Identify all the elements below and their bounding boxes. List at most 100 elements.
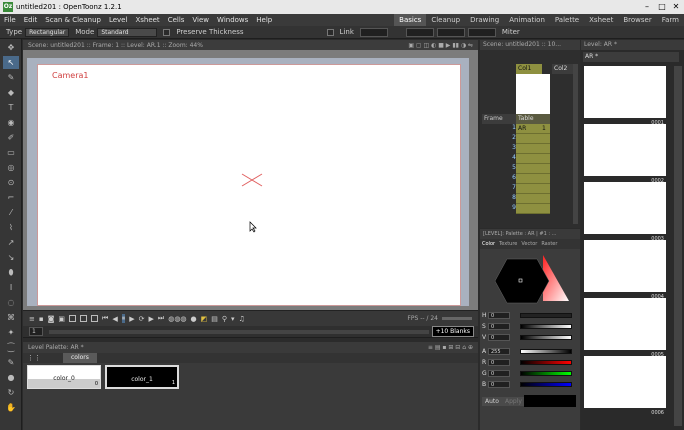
- preview-icon[interactable]: ▣: [58, 315, 65, 323]
- sound-icon[interactable]: ♫: [239, 315, 245, 323]
- zoom-tool-icon[interactable]: ●: [3, 371, 19, 384]
- column-header-col1[interactable]: Col1: [516, 64, 542, 74]
- menu-windows[interactable]: Windows: [213, 16, 252, 24]
- level-frame-thumbnail[interactable]: 0003: [584, 182, 666, 242]
- scale-field[interactable]: [467, 27, 496, 37]
- histogram-icon[interactable]: ▤: [211, 315, 218, 323]
- compare-icon[interactable]: ◩: [201, 315, 208, 323]
- menu-help[interactable]: Help: [252, 16, 276, 24]
- play-icon[interactable]: ▶: [129, 315, 134, 323]
- bender-tool-icon[interactable]: ⬮: [3, 266, 19, 279]
- room-tab-farm[interactable]: Farm: [657, 14, 684, 26]
- tape-tool-icon[interactable]: ◎: [3, 161, 19, 174]
- level-frame-thumbnail[interactable]: 0005: [584, 298, 666, 358]
- last-frame-icon[interactable]: ⏭: [158, 314, 164, 323]
- rotation-field[interactable]: [359, 27, 388, 37]
- fps-slider[interactable]: [442, 317, 472, 320]
- table-row[interactable]: 2: [480, 134, 574, 144]
- style-picker-tool-icon[interactable]: ⊙: [3, 176, 19, 189]
- room-tab-browser[interactable]: Browser: [618, 14, 656, 26]
- maximize-button[interactable]: □: [655, 1, 669, 12]
- save-icon[interactable]: ▪: [39, 315, 44, 323]
- grid-icon[interactable]: ⋮⋮: [27, 354, 41, 362]
- table-row[interactable]: 6: [480, 174, 574, 184]
- menu-scan-cleanup[interactable]: Scan & Cleanup: [41, 16, 105, 24]
- alpha-field[interactable]: 255: [488, 348, 510, 355]
- level-frame-thumbnail[interactable]: 0001: [584, 66, 666, 126]
- first-frame-icon[interactable]: ⏮: [102, 314, 108, 323]
- tab-raster[interactable]: Raster: [541, 241, 557, 247]
- onion-icon[interactable]: ▾: [231, 315, 235, 323]
- palette-toolbar-icons[interactable]: ≡ ▤ ▪ ⊞ ⊟ ⌂ ⊕: [428, 344, 473, 351]
- control-point-editor-tool-icon[interactable]: ⁄: [3, 206, 19, 219]
- table-row[interactable]: 9: [480, 204, 574, 214]
- menu-file[interactable]: File: [0, 16, 20, 24]
- table-row[interactable]: 3: [480, 144, 574, 154]
- menu-view[interactable]: View: [188, 16, 213, 24]
- menu-cells[interactable]: Cells: [164, 16, 189, 24]
- checker-bg-button[interactable]: [91, 315, 99, 322]
- blue-field[interactable]: 0: [488, 381, 510, 388]
- xsheet-scrollbar[interactable]: [573, 64, 578, 224]
- rgb-channels-icon[interactable]: ◍◍◍: [168, 315, 186, 323]
- hook-tool-icon[interactable]: ⁐: [3, 341, 19, 354]
- plastic-tool-icon[interactable]: ✎: [3, 356, 19, 369]
- next-frame-icon[interactable]: ▶: [149, 315, 154, 323]
- menu-level[interactable]: Level: [105, 16, 131, 24]
- palette-tab-colors[interactable]: colors: [63, 353, 97, 363]
- hue-slider[interactable]: [520, 313, 572, 318]
- animate-tool-icon[interactable]: ✥: [3, 41, 19, 54]
- close-button[interactable]: ✕: [669, 1, 683, 12]
- menu-xsheet[interactable]: Xsheet: [131, 16, 163, 24]
- geometric-tool-icon[interactable]: ◆: [3, 86, 19, 99]
- cutter-tool-icon[interactable]: ◌: [3, 296, 19, 309]
- red-field[interactable]: 0: [488, 359, 510, 366]
- blanks-badge[interactable]: +10 Blanks: [431, 326, 474, 337]
- viewer-header-buttons[interactable]: ▣ ▢ ◫ ◐ ■ ▶ ▮▮ ◑ ⇋: [408, 42, 473, 49]
- type-select[interactable]: Rectangular: [25, 27, 70, 37]
- tracker-tool-icon[interactable]: ✦: [3, 326, 19, 339]
- value-field[interactable]: 0: [488, 334, 510, 341]
- color-wheel[interactable]: [485, 251, 575, 307]
- frame-field[interactable]: 1: [29, 327, 43, 336]
- table-row[interactable]: 5: [480, 164, 574, 174]
- table-row[interactable]: 7: [480, 184, 574, 194]
- tab-color[interactable]: Color: [482, 241, 495, 247]
- menu-edit[interactable]: Edit: [20, 16, 42, 24]
- saturation-slider[interactable]: [520, 324, 572, 329]
- position-x-field[interactable]: [405, 27, 434, 37]
- loop-icon[interactable]: ⟳: [139, 315, 145, 323]
- hue-field[interactable]: 0: [488, 312, 510, 319]
- menu-icon[interactable]: ≡: [29, 315, 35, 323]
- matte-icon[interactable]: ●: [191, 315, 197, 323]
- style-chip-color-1[interactable]: color_1 1: [105, 365, 179, 389]
- table-row[interactable]: 1 AR 1: [480, 124, 574, 134]
- scene-viewer[interactable]: Camera1: [23, 50, 478, 310]
- green-slider[interactable]: [520, 371, 572, 376]
- auto-apply-toggle[interactable]: Auto: [482, 397, 502, 406]
- white-bg-button[interactable]: [69, 315, 77, 322]
- green-field[interactable]: 0: [488, 370, 510, 377]
- rotate-tool-icon[interactable]: ↻: [3, 386, 19, 399]
- eraser-tool-icon[interactable]: ▭: [3, 146, 19, 159]
- room-tab-basics[interactable]: Basics: [394, 14, 427, 26]
- magnet-tool-icon[interactable]: ↘: [3, 251, 19, 264]
- position-y-field[interactable]: [436, 27, 465, 37]
- table-row[interactable]: 4: [480, 154, 574, 164]
- black-bg-button[interactable]: [80, 315, 88, 322]
- room-tab-xsheet[interactable]: Xsheet: [584, 14, 618, 26]
- iron-tool-icon[interactable]: I: [3, 281, 19, 294]
- camera-frame[interactable]: Camera1: [37, 64, 461, 306]
- level-strip-scrollbar[interactable]: [674, 66, 682, 426]
- pump-tool-icon[interactable]: ↗: [3, 236, 19, 249]
- prev-frame-icon[interactable]: ◀: [112, 315, 117, 323]
- frame-slider[interactable]: [49, 329, 429, 334]
- selection-tool-icon[interactable]: ↖: [3, 56, 19, 69]
- room-tab-animation[interactable]: Animation: [504, 14, 550, 26]
- blue-slider[interactable]: [520, 382, 572, 387]
- style-chip-color-0[interactable]: color_0 0: [27, 365, 101, 389]
- apply-button[interactable]: Apply: [502, 397, 525, 406]
- fill-tool-icon[interactable]: ◉: [3, 116, 19, 129]
- pause-icon[interactable]: ⏸: [121, 314, 126, 323]
- saturation-field[interactable]: 0: [488, 323, 510, 330]
